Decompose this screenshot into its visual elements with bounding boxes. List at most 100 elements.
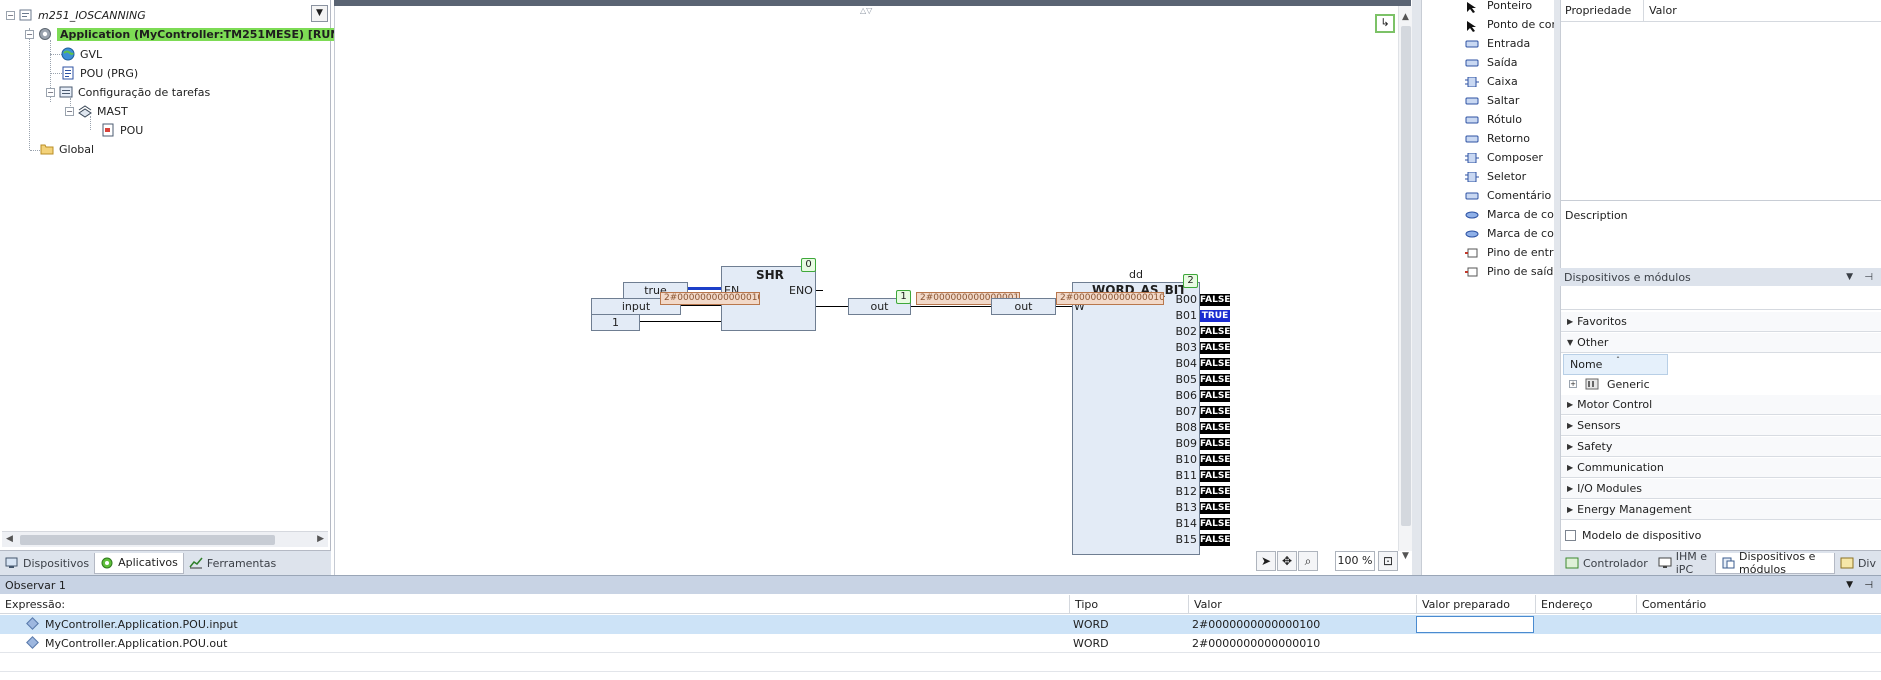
module-icon xyxy=(1585,378,1599,393)
scroll-up-icon[interactable]: ▲ xyxy=(1402,12,1409,22)
zoom-level[interactable]: 100 % xyxy=(1335,551,1375,571)
word-as-bit-block[interactable] xyxy=(1072,282,1200,555)
watch-row[interactable]: MyController.Application.POU.input WORD … xyxy=(0,615,1881,634)
editor-vertical-scrollbar[interactable]: ▲ xyxy=(1398,6,1413,551)
pin-icon[interactable]: ⊣ xyxy=(1864,272,1873,283)
selector-icon xyxy=(1465,171,1479,182)
network-mode-icon[interactable]: ↳ xyxy=(1375,14,1395,33)
tree-item-gvl[interactable]: GVL xyxy=(61,45,102,63)
tree-item-application[interactable]: − Application (MyController:TM251MESE) [… xyxy=(25,25,348,43)
toolbox-item[interactable]: Entrada xyxy=(1422,34,1555,53)
zoom-menu-icon[interactable]: ⊡ xyxy=(1378,551,1398,571)
scroll-thumb[interactable] xyxy=(20,535,275,545)
model-checkbox-row[interactable]: Modelo de dispositivo xyxy=(1565,529,1701,542)
var-out-2[interactable]: out xyxy=(991,298,1056,315)
toolbox-item[interactable]: Retorno xyxy=(1422,129,1555,148)
toolbox-item[interactable]: Marca de con xyxy=(1422,205,1555,224)
col-expression[interactable]: Expressão: xyxy=(0,595,65,614)
collapse-icon[interactable]: − xyxy=(46,87,55,97)
tree-horizontal-scrollbar[interactable]: ◀ ▶ xyxy=(2,531,328,547)
tab-div[interactable]: Div xyxy=(1835,553,1881,574)
device-category[interactable]: ▶ I/O Modules xyxy=(1561,479,1881,499)
splitter[interactable] xyxy=(1412,0,1421,575)
bit-output-label: B09 xyxy=(1175,437,1197,450)
toolbox-item[interactable]: Composer xyxy=(1422,148,1555,167)
toolbox-item[interactable]: Saltar xyxy=(1422,91,1555,110)
device-category[interactable]: ▶ Motor Control xyxy=(1561,395,1881,415)
collapse-icon[interactable]: − xyxy=(65,106,74,116)
tab-label: Div xyxy=(1857,556,1876,570)
tree-item-pou-prg[interactable]: POU (PRG) xyxy=(61,64,138,82)
watch-row[interactable]: MyController.Application.POU.out WORD 2#… xyxy=(0,634,1881,653)
scroll-right-icon[interactable]: ▶ xyxy=(317,534,324,544)
tree-item-task-config[interactable]: − Configuração de tarefas xyxy=(46,83,210,101)
toolbox-item[interactable]: Seletor xyxy=(1422,167,1555,186)
tab-ihm[interactable]: IHM e iPC xyxy=(1653,550,1715,576)
category-label: Motor Control xyxy=(1577,398,1653,411)
watch-empty-row[interactable] xyxy=(0,653,1881,672)
toolbox-item[interactable]: Caixa xyxy=(1422,72,1555,91)
pointer-tool-icon[interactable]: ➤ xyxy=(1256,551,1276,571)
tree-root[interactable]: − m251_IOSCANNING xyxy=(6,6,146,24)
bit-monitor-value: FALSE xyxy=(1200,294,1231,306)
toolbox-item[interactable]: Pino de saída xyxy=(1422,262,1555,281)
tree-item-global[interactable]: Global xyxy=(40,140,94,158)
toolbox-item[interactable]: Comentário xyxy=(1422,186,1555,205)
col-prepared-value[interactable]: Valor preparado xyxy=(1416,595,1510,614)
toolbox-item[interactable]: Pino de entra xyxy=(1422,243,1555,262)
pan-tool-icon[interactable]: ✥ xyxy=(1277,551,1297,571)
tree-item-label: POU (PRG) xyxy=(80,66,139,80)
column-value[interactable]: Valor xyxy=(1649,4,1677,17)
chevron-down-icon[interactable]: ▼ xyxy=(1846,580,1853,590)
pin-icon[interactable]: ⊣ xyxy=(1864,580,1873,591)
device-category[interactable]: ▶ Communication xyxy=(1561,458,1881,478)
column-property[interactable]: Propriedade xyxy=(1565,4,1631,17)
tab-dispositivos[interactable]: Dispositivos xyxy=(0,553,94,574)
category-favoritos[interactable]: ▶ Favoritos xyxy=(1561,312,1881,332)
tree-item-mast[interactable]: − MAST xyxy=(65,102,128,120)
scroll-left-icon[interactable]: ◀ xyxy=(6,534,13,544)
device-generic[interactable]: + Generic xyxy=(1561,376,1881,393)
collapse-icon[interactable]: − xyxy=(6,10,15,20)
collapse-arrows-icon[interactable]: △▽ xyxy=(860,6,872,15)
column-header-nome[interactable]: Nome ˆ xyxy=(1563,354,1668,375)
scroll-thumb[interactable] xyxy=(1401,26,1411,526)
col-comment[interactable]: Comentário xyxy=(1636,595,1706,614)
tree-dropdown-button[interactable]: ▼ xyxy=(311,5,328,22)
expand-icon[interactable]: + xyxy=(1569,380,1577,388)
col-type[interactable]: Tipo xyxy=(1069,595,1098,614)
toolbox-item[interactable]: Marca de con xyxy=(1422,224,1555,243)
var-one[interactable]: 1 xyxy=(591,314,640,331)
device-category[interactable]: ▶ Safety xyxy=(1561,437,1881,457)
device-category[interactable]: ▶ Sensors xyxy=(1561,416,1881,436)
toolbox-item[interactable]: Ponteiro xyxy=(1422,0,1555,15)
device-category[interactable]: ▶ Energy Management xyxy=(1561,500,1881,520)
tab-aplicativos[interactable]: Aplicativos xyxy=(94,552,184,574)
tab-controlador[interactable]: Controlador xyxy=(1560,553,1653,574)
tab-ferramentas[interactable]: Ferramentas xyxy=(184,553,281,574)
category-other[interactable]: ▼ Other xyxy=(1561,333,1881,353)
toolbox-item[interactable]: Saída xyxy=(1422,53,1555,72)
toolbox-item-label: Composer xyxy=(1487,151,1543,164)
prepared-value-input[interactable] xyxy=(1416,616,1534,633)
chevron-down-icon[interactable]: ▼ xyxy=(1846,272,1853,282)
col-value[interactable]: Valor xyxy=(1188,595,1222,614)
box-icon xyxy=(1465,76,1479,87)
col-address[interactable]: Endereço xyxy=(1535,595,1593,614)
collapse-icon[interactable]: − xyxy=(25,29,34,39)
toolbox-item-label: Entrada xyxy=(1487,37,1531,50)
toolbox-item-label: Pino de saída xyxy=(1487,265,1555,278)
toolbox-item[interactable]: Ponto de con xyxy=(1422,15,1555,34)
model-checkbox[interactable] xyxy=(1565,530,1576,541)
bit-output-label: B15 xyxy=(1175,533,1197,546)
watch-value: 2#0000000000000100 xyxy=(1192,618,1321,631)
sort-icon: ˆ xyxy=(1616,356,1620,365)
toolbox-item[interactable]: Rótulo xyxy=(1422,110,1555,129)
devices-search-area[interactable] xyxy=(1561,286,1881,310)
output-pin-icon xyxy=(1465,267,1479,277)
fbd-editor[interactable] xyxy=(334,0,1411,575)
bit-monitor-value: FALSE xyxy=(1200,502,1231,514)
zoom-tool-icon[interactable]: ⌕ xyxy=(1298,551,1318,571)
tree-item-pou[interactable]: POU xyxy=(101,121,143,139)
tab-dispositivos-modulos[interactable]: Dispositivos e módulos xyxy=(1715,550,1835,576)
